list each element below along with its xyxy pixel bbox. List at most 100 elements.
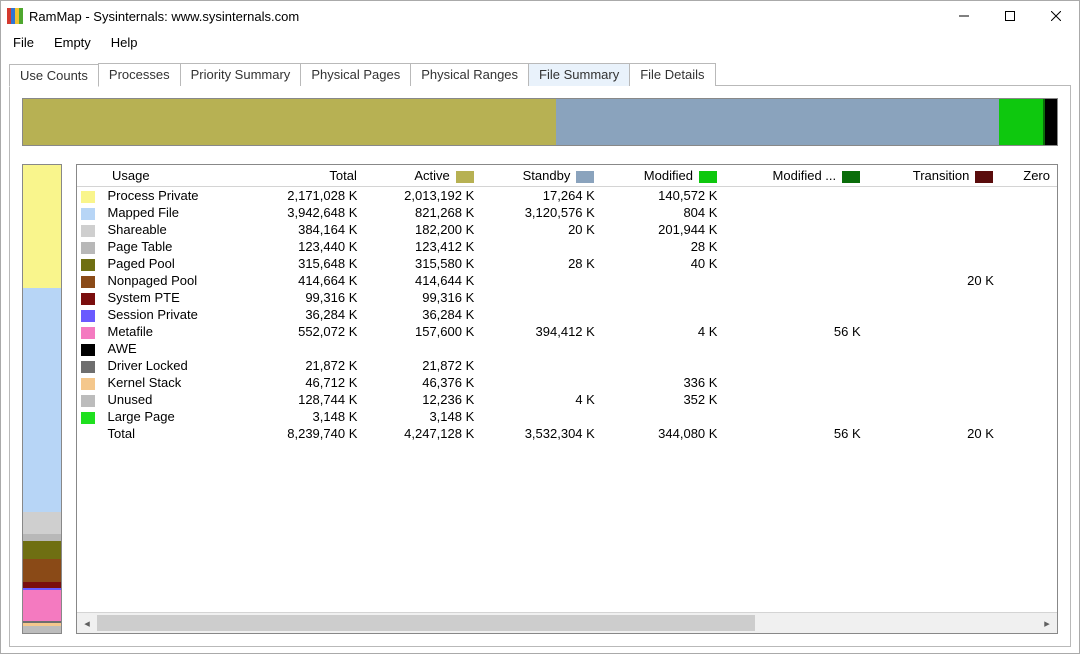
cell-zero (1000, 391, 1057, 408)
cell-modified: 336 K (601, 374, 724, 391)
column-zero[interactable]: Zero (1000, 165, 1057, 187)
cell-transition (867, 204, 1000, 221)
cell-standby (480, 340, 601, 357)
tab-physical-pages[interactable]: Physical Pages (300, 63, 411, 86)
cell-standby: 28 K (480, 255, 601, 272)
table-row[interactable]: Shareable384,164 K182,200 K20 K201,944 K (77, 221, 1057, 238)
table-row[interactable]: Unused128,744 K12,236 K4 K352 K (77, 391, 1057, 408)
hbar-segment (556, 99, 1000, 145)
cell-standby: 394,412 K (480, 323, 601, 340)
minimize-button[interactable] (941, 1, 987, 31)
cell-total: 414,664 K (246, 272, 363, 289)
menu-help[interactable]: Help (101, 33, 148, 52)
cell-transition (867, 340, 1000, 357)
scroll-track[interactable] (97, 613, 1037, 633)
column-modified-[interactable]: Modified ... (723, 165, 866, 187)
table-row[interactable]: Large Page3,148 K3,148 K (77, 408, 1057, 425)
cell-zero (1000, 306, 1057, 323)
cell-transition: 20 K (867, 425, 1000, 442)
cell-modified (601, 272, 724, 289)
usage-vertical-chart (22, 164, 62, 634)
cell-active: 821,268 K (363, 204, 480, 221)
row-swatch-icon (81, 191, 95, 203)
row-swatch-icon (81, 293, 95, 305)
tab-processes[interactable]: Processes (98, 63, 181, 86)
column-swatch-icon (576, 171, 594, 183)
scroll-right-button[interactable]: ▸ (1037, 613, 1057, 633)
scroll-thumb[interactable] (97, 615, 755, 631)
maximize-button[interactable] (987, 1, 1033, 31)
table-row[interactable]: Paged Pool315,648 K315,580 K28 K40 K (77, 255, 1057, 272)
column-transition[interactable]: Transition (867, 165, 1000, 187)
column-label: Total (329, 168, 356, 183)
cell-transition (867, 221, 1000, 238)
table-row-total[interactable]: Total8,239,740 K4,247,128 K3,532,304 K34… (77, 425, 1057, 442)
row-name: Total (106, 425, 247, 442)
column-label: Modified (644, 168, 693, 183)
close-button[interactable] (1033, 1, 1079, 31)
vbar-segment (23, 559, 61, 582)
cell-transition (867, 289, 1000, 306)
row-swatch-icon (81, 310, 95, 322)
column-active[interactable]: Active (363, 165, 480, 187)
tab-priority-summary[interactable]: Priority Summary (180, 63, 302, 86)
table-row[interactable]: Driver Locked21,872 K21,872 K (77, 357, 1057, 374)
row-swatch-icon (81, 225, 95, 237)
tab-file-summary[interactable]: File Summary (528, 63, 630, 86)
cell-modified (601, 306, 724, 323)
cell-zero (1000, 374, 1057, 391)
table-row[interactable]: Mapped File3,942,648 K821,268 K3,120,576… (77, 204, 1057, 221)
cell-transition (867, 238, 1000, 255)
cell-active: 182,200 K (363, 221, 480, 238)
cell-modifiednw (723, 204, 866, 221)
cell-modifiednw (723, 340, 866, 357)
cell-modified (601, 357, 724, 374)
column-label: Transition (913, 168, 970, 183)
table-row[interactable]: Kernel Stack46,712 K46,376 K336 K (77, 374, 1057, 391)
column-label: Active (414, 168, 449, 183)
cell-transition (867, 408, 1000, 425)
tabstrip: Use CountsProcessesPriority SummaryPhysi… (9, 63, 1071, 86)
cell-modifiednw (723, 391, 866, 408)
cell-active (363, 340, 480, 357)
table-row[interactable]: Session Private36,284 K36,284 K (77, 306, 1057, 323)
row-swatch-icon (81, 361, 95, 373)
vbar-segment (23, 288, 61, 512)
cell-zero (1000, 357, 1057, 374)
horizontal-scrollbar[interactable]: ◂ ▸ (77, 612, 1057, 633)
row-name: Session Private (106, 306, 247, 323)
table-row[interactable]: System PTE99,316 K99,316 K (77, 289, 1057, 306)
table-row[interactable]: AWE (77, 340, 1057, 357)
cell-total: 46,712 K (246, 374, 363, 391)
cell-modifiednw (723, 272, 866, 289)
scroll-left-button[interactable]: ◂ (77, 613, 97, 633)
tab-file-details[interactable]: File Details (629, 63, 715, 86)
row-swatch-icon (81, 242, 95, 254)
cell-modifiednw (723, 221, 866, 238)
row-swatch-icon (81, 327, 95, 339)
row-name: Process Private (106, 187, 247, 205)
menu-empty[interactable]: Empty (44, 33, 101, 52)
cell-total: 8,239,740 K (246, 425, 363, 442)
table-row[interactable]: Nonpaged Pool414,664 K414,644 K20 K (77, 272, 1057, 289)
tab-physical-ranges[interactable]: Physical Ranges (410, 63, 529, 86)
column-total[interactable]: Total (246, 165, 363, 187)
menu-file[interactable]: File (3, 33, 44, 52)
cell-zero (1000, 289, 1057, 306)
column-label: Modified ... (773, 168, 837, 183)
column-modified[interactable]: Modified (601, 165, 724, 187)
table-row[interactable]: Process Private2,171,028 K2,013,192 K17,… (77, 187, 1057, 205)
table-row[interactable]: Metafile552,072 K157,600 K394,412 K4 K56… (77, 323, 1057, 340)
cell-active: 123,412 K (363, 238, 480, 255)
column-standby[interactable]: Standby (480, 165, 601, 187)
vbar-segment (23, 512, 61, 534)
table-row[interactable]: Page Table123,440 K123,412 K28 K (77, 238, 1057, 255)
cell-total: 21,872 K (246, 357, 363, 374)
cell-total: 384,164 K (246, 221, 363, 238)
cell-active: 4,247,128 K (363, 425, 480, 442)
lower-panel: Usage Total Active Standby Modified Modified … (22, 164, 1058, 634)
column-usage[interactable]: Usage (106, 165, 247, 187)
tab-use-counts[interactable]: Use Counts (9, 64, 99, 87)
row-name: Kernel Stack (106, 374, 247, 391)
cell-standby: 3,532,304 K (480, 425, 601, 442)
